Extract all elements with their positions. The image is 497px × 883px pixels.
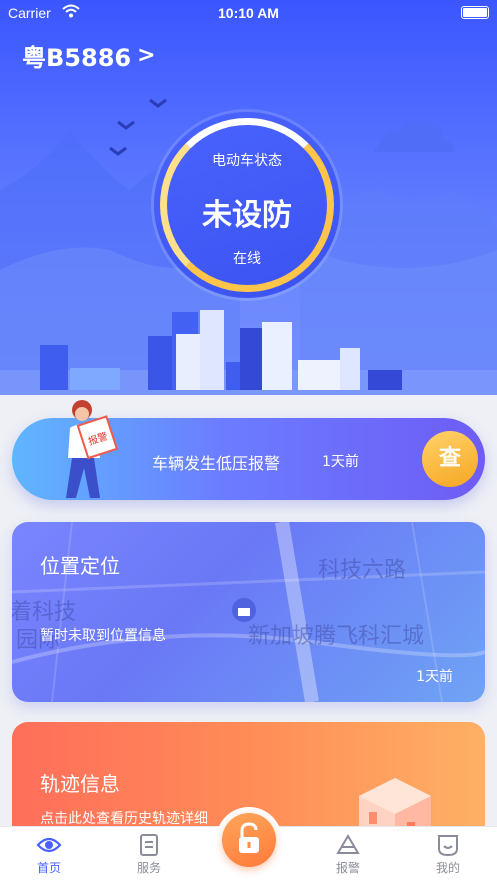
track-description: 点击此处查看历史轨迹详细: [40, 811, 208, 827]
tab-home[interactable]: 首页: [9, 827, 89, 883]
map-label-road: 科技六路: [318, 558, 407, 583]
track-title: 轨迹信息: [40, 772, 120, 796]
alarm-message: 车辆发生低压报警: [152, 454, 281, 473]
tab-home-label: 首页: [36, 861, 61, 875]
location-title: 位置定位: [40, 554, 120, 578]
battery-icon: [461, 6, 489, 19]
tab-alarm[interactable]: 报警: [308, 827, 388, 883]
unlock-icon: [239, 822, 259, 853]
hero-section: Carrier 10:10 AM 粤B5886 > 电动车状态 未设防 在线: [0, 0, 497, 395]
profile-icon: [438, 835, 458, 857]
chevron-right-icon: >: [137, 43, 156, 68]
clock: 10:10 AM: [218, 5, 279, 21]
alarm-person-illustration: 报警: [66, 400, 119, 498]
unlock-button[interactable]: [222, 813, 276, 867]
connection-status: 在线: [233, 251, 261, 267]
warning-icon: [336, 834, 360, 854]
eye-icon: [36, 837, 62, 853]
tab-services[interactable]: 服务: [109, 827, 189, 883]
status-label: 电动车状态: [212, 153, 282, 169]
vehicle-status-gauge: 电动车状态 未设防 在线: [154, 112, 340, 298]
plate-number: 粤B5886: [22, 44, 132, 72]
map-label-poi: 新加坡腾飞科汇城: [248, 624, 425, 649]
location-card[interactable]: 科技六路 新加坡腾飞科汇城 着科技 园际 位置定位 暂时未取到位置信息 1天前: [12, 522, 485, 702]
tab-alarm-label: 报警: [335, 861, 360, 875]
app-screen: Carrier 10:10 AM 粤B5886 > 电动车状态 未设防 在线 报…: [0, 0, 497, 883]
location-message: 暂时未取到位置信息: [40, 628, 166, 644]
document-icon: [140, 834, 158, 856]
vehicle-selector[interactable]: 粤B5886 >: [22, 38, 156, 73]
tab-bar: 首页 服务 报警 我的: [0, 807, 497, 883]
alarm-banner[interactable]: 报警 车辆发生低压报警 1天前 查: [12, 400, 485, 500]
tab-profile-label: 我的: [435, 861, 460, 875]
tab-profile[interactable]: 我的: [408, 827, 488, 883]
location-time: 1天前: [416, 669, 453, 685]
map-background: [12, 522, 485, 702]
check-alarm-button[interactable]: 查: [422, 431, 478, 487]
status-bar: Carrier 10:10 AM: [0, 0, 497, 26]
alarm-time: 1天前: [322, 454, 359, 470]
tab-services-label: 服务: [136, 861, 161, 875]
arm-status: 未设防: [202, 198, 292, 233]
